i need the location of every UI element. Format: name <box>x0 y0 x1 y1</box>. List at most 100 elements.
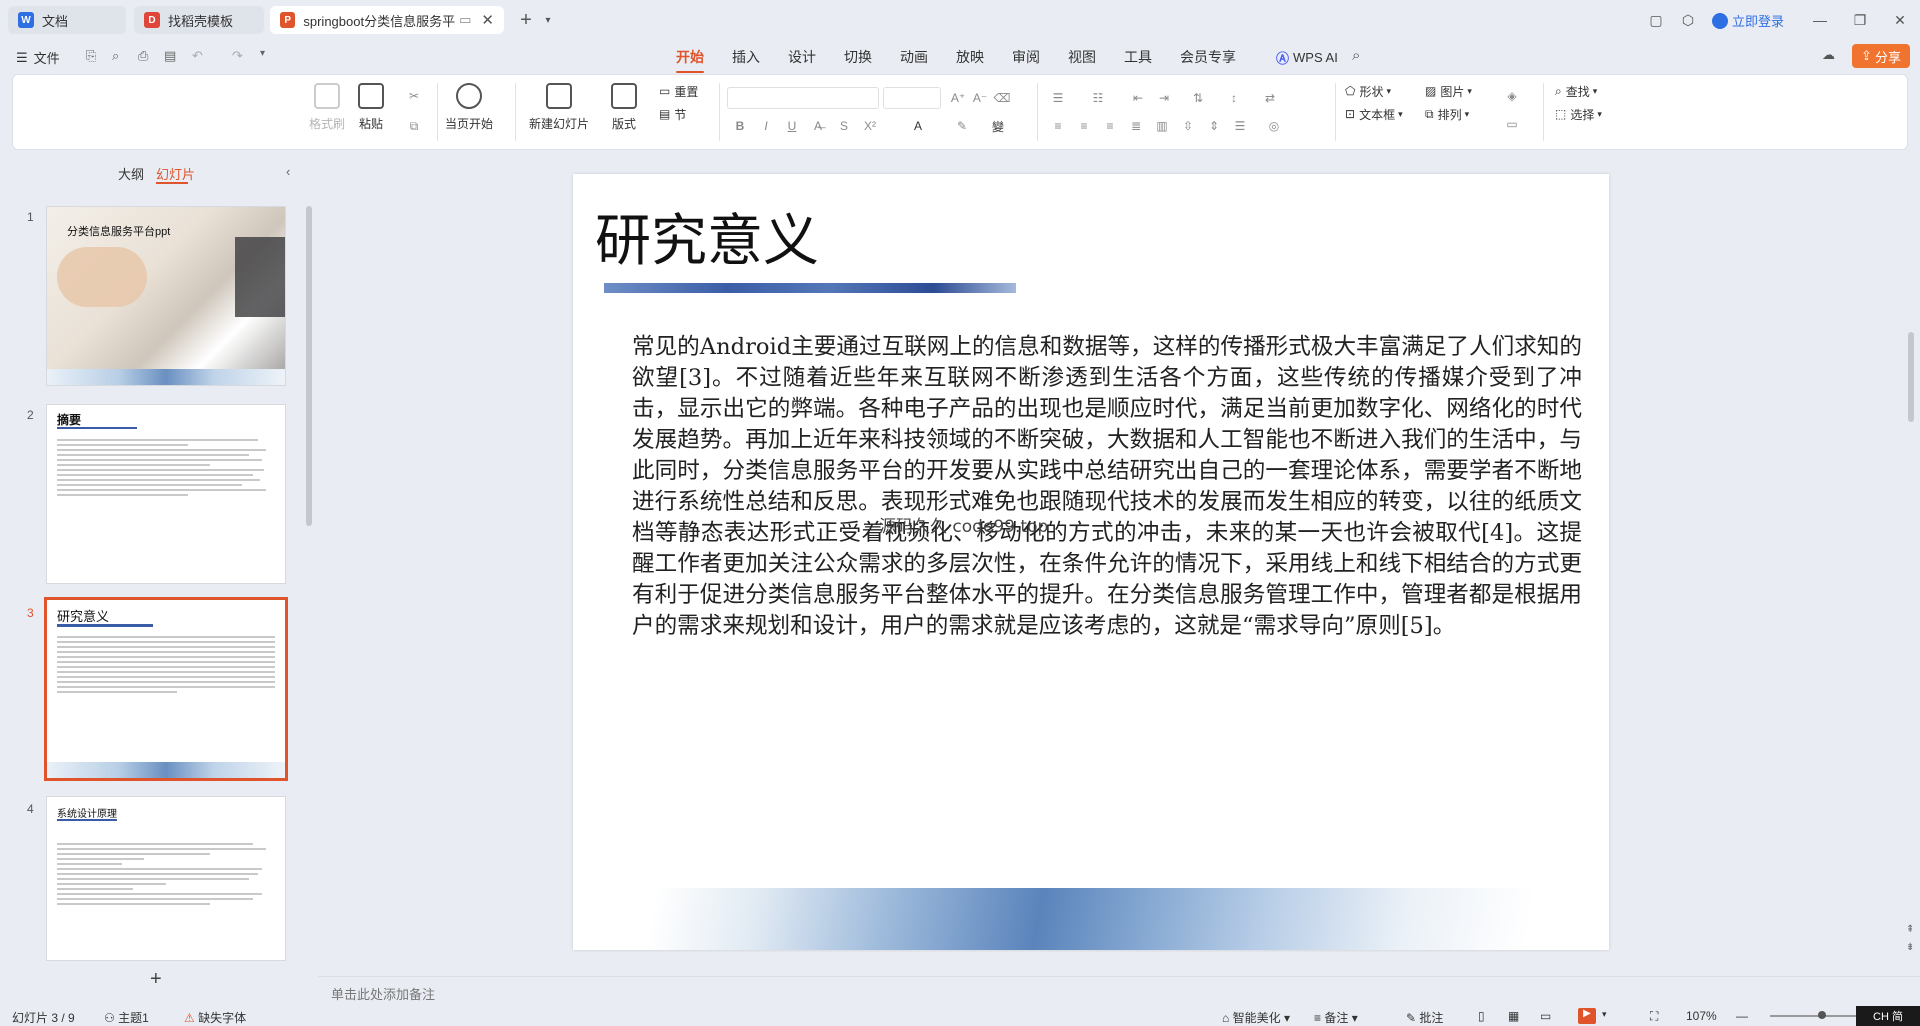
notes-placeholder[interactable]: 单击此处添加备注 <box>331 984 435 1003</box>
wps-ai-button[interactable]: Ⓐ WPS AI <box>1276 48 1338 67</box>
current-slide[interactable]: 研究意义 常见的Android主要通过互联网上的信息和数据等，这样的传播形式极大… <box>573 174 1609 950</box>
bullets-icon[interactable]: ☰ <box>1049 91 1067 105</box>
bold-icon[interactable]: B <box>731 119 749 133</box>
layout-button[interactable]: 版式 <box>611 83 637 132</box>
highlight-icon[interactable]: ✎ <box>953 119 971 133</box>
prev-slide-icon[interactable]: ⇞ <box>1906 924 1914 935</box>
slide-thumbnail-4[interactable]: 系统设计原理 <box>46 796 286 961</box>
menu-transition[interactable]: 切换 <box>844 47 872 67</box>
justify-icon[interactable]: ≣ <box>1127 119 1145 133</box>
close-icon[interactable]: ✕ <box>481 11 494 29</box>
menu-review[interactable]: 审阅 <box>1012 47 1040 67</box>
missing-font-indicator[interactable]: ⚠ 缺失字体 <box>184 1009 246 1026</box>
menu-animation[interactable]: 动画 <box>900 47 928 67</box>
zoom-level[interactable]: 107% <box>1686 1009 1717 1023</box>
font-family-select[interactable] <box>727 87 879 109</box>
zoom-out-icon[interactable]: — <box>1736 1009 1748 1023</box>
cloud-upload-icon[interactable]: ☁ <box>1822 47 1835 63</box>
menu-home[interactable]: 开始 <box>676 47 704 73</box>
undo-icon[interactable]: ↶ <box>192 48 203 64</box>
decrease-indent-icon[interactable]: ⇤ <box>1129 91 1147 105</box>
reading-view-icon[interactable]: ▭ <box>1540 1009 1551 1023</box>
ime-indicator[interactable]: CH 简 <box>1856 1006 1920 1026</box>
sorter-view-icon[interactable]: ▦ <box>1508 1009 1519 1023</box>
normal-view-icon[interactable]: ▯ <box>1478 1009 1485 1023</box>
theme-indicator[interactable]: ⚇ 主题1 <box>104 1009 149 1026</box>
align-center-icon[interactable]: ≡ <box>1075 119 1093 133</box>
line-spacing-icon[interactable]: ↕ <box>1225 91 1243 105</box>
print-preview-icon[interactable]: ▤ <box>164 48 176 64</box>
slides-tab[interactable]: 幻灯片 <box>156 164 195 183</box>
slide-thumbnail-1[interactable]: 分类信息服务平台ppt <box>46 206 286 386</box>
zoom-slider-thumb[interactable] <box>1818 1011 1826 1019</box>
shadow-icon[interactable]: S <box>835 119 853 133</box>
editor-scrollbar[interactable] <box>1908 332 1914 422</box>
decrease-font-icon[interactable]: A⁻ <box>971 91 989 105</box>
play-from-current-button[interactable]: 当页开始 <box>445 83 493 132</box>
search-icon[interactable]: ⌕ <box>1352 47 1360 64</box>
font-color-icon[interactable]: A <box>909 119 927 133</box>
cube-icon[interactable]: ⬡ <box>1674 6 1702 34</box>
distribute-icon[interactable]: ▥ <box>1153 119 1171 133</box>
thumbnail-scrollbar[interactable] <box>306 206 312 526</box>
columns-icon[interactable]: ⇳ <box>1179 119 1197 133</box>
play-slideshow-icon[interactable]: ▶ <box>1578 1008 1596 1024</box>
outline-tab[interactable]: 大纲 <box>118 164 144 183</box>
slide-body-text[interactable]: 常见的Android主要通过互联网上的信息和数据等，这样的传播形式极大丰富满足了… <box>632 332 1582 642</box>
increase-indent-icon[interactable]: ⇥ <box>1155 91 1173 105</box>
menu-view[interactable]: 视图 <box>1068 47 1096 67</box>
select-button[interactable]: ⬚ 选择 ▾ <box>1555 101 1602 127</box>
notes-button[interactable]: ≡ 备注 ▾ <box>1314 1009 1358 1026</box>
chevron-down-icon[interactable]: ▾ <box>534 6 562 34</box>
smart-graphic-icon[interactable]: ◎ <box>1265 119 1283 133</box>
comments-button[interactable]: ✎ 批注 <box>1406 1009 1443 1026</box>
restore-icon[interactable]: ❐ <box>1846 6 1874 34</box>
notes-pane[interactable]: 单击此处添加备注 <box>318 976 1920 1006</box>
tab-docer[interactable]: D 找稻壳模板 <box>134 6 264 34</box>
textbox-button[interactable]: ⊡ 文本框 ▾ <box>1345 101 1403 127</box>
login-button[interactable]: 立即登录 <box>1712 11 1784 30</box>
menu-insert[interactable]: 插入 <box>732 47 760 67</box>
increase-font-icon[interactable]: A⁺ <box>949 91 967 105</box>
fill-icon[interactable]: ◈ <box>1503 89 1521 103</box>
strikethrough-icon[interactable]: A̶ <box>809 119 827 133</box>
print-icon[interactable]: ⎙ <box>138 48 148 64</box>
slide-thumbnail-3[interactable]: 研究意义 <box>44 597 288 781</box>
more-chevron-icon[interactable]: ▾ <box>260 48 265 59</box>
copy-icon[interactable]: ⧉ <box>405 119 423 133</box>
menu-tools[interactable]: 工具 <box>1124 47 1152 67</box>
minimize-icon[interactable]: — <box>1806 6 1834 34</box>
menu-design[interactable]: 设计 <box>788 47 816 67</box>
monitor-icon[interactable]: ▭ <box>459 12 471 28</box>
clear-format-icon[interactable]: ⌫ <box>993 91 1011 105</box>
format-painter-button[interactable]: 格式刷 <box>309 83 345 132</box>
add-slide-icon[interactable]: + <box>150 968 162 991</box>
beautify-button[interactable]: ⌂ 智能美化 ▾ <box>1222 1009 1290 1026</box>
convert-icon[interactable]: ⇄ <box>1261 91 1279 105</box>
section-button[interactable]: ▤ 节 <box>659 101 686 127</box>
share-button[interactable]: ⇪ 分享 <box>1852 44 1910 68</box>
collapse-panel-icon[interactable]: ‹ <box>286 164 290 179</box>
fit-window-icon[interactable]: ⛶ <box>1650 1009 1658 1024</box>
file-menu[interactable]: ☰ 文件 <box>16 48 60 67</box>
slide-title[interactable]: 研究意义 <box>595 196 819 277</box>
superscript-icon[interactable]: X² <box>861 119 879 133</box>
numbering-icon[interactable]: ☷ <box>1089 91 1107 105</box>
cut-icon[interactable]: ✂ <box>405 89 423 103</box>
vertical-align-icon[interactable]: ⇕ <box>1205 119 1223 133</box>
next-slide-icon[interactable]: ⇟ <box>1906 942 1914 953</box>
chevron-down-icon[interactable]: ▾ <box>1602 1009 1607 1020</box>
outline-icon[interactable]: ▭ <box>1503 117 1521 131</box>
window-layout-icon[interactable]: ▢ <box>1642 6 1670 34</box>
align-right-icon[interactable]: ≡ <box>1101 119 1119 133</box>
arrange-button[interactable]: ⧉ 排列 ▾ <box>1425 101 1469 127</box>
tab-current-presentation[interactable]: P springboot分类信息服务平 ▭ ✕ <box>270 6 504 34</box>
menu-slideshow[interactable]: 放映 <box>956 47 984 67</box>
tab-docs[interactable]: W 文档 <box>8 6 126 34</box>
menu-member[interactable]: 会员专享 <box>1180 47 1236 67</box>
align-left-icon[interactable]: ≡ <box>1049 119 1067 133</box>
paragraph-spacing-icon[interactable]: ☰ <box>1231 119 1249 133</box>
slide-thumbnail-2[interactable]: 摘要 <box>46 404 286 584</box>
paste-button[interactable]: 粘贴 <box>358 83 384 132</box>
redo-icon[interactable]: ↷ <box>232 48 243 64</box>
